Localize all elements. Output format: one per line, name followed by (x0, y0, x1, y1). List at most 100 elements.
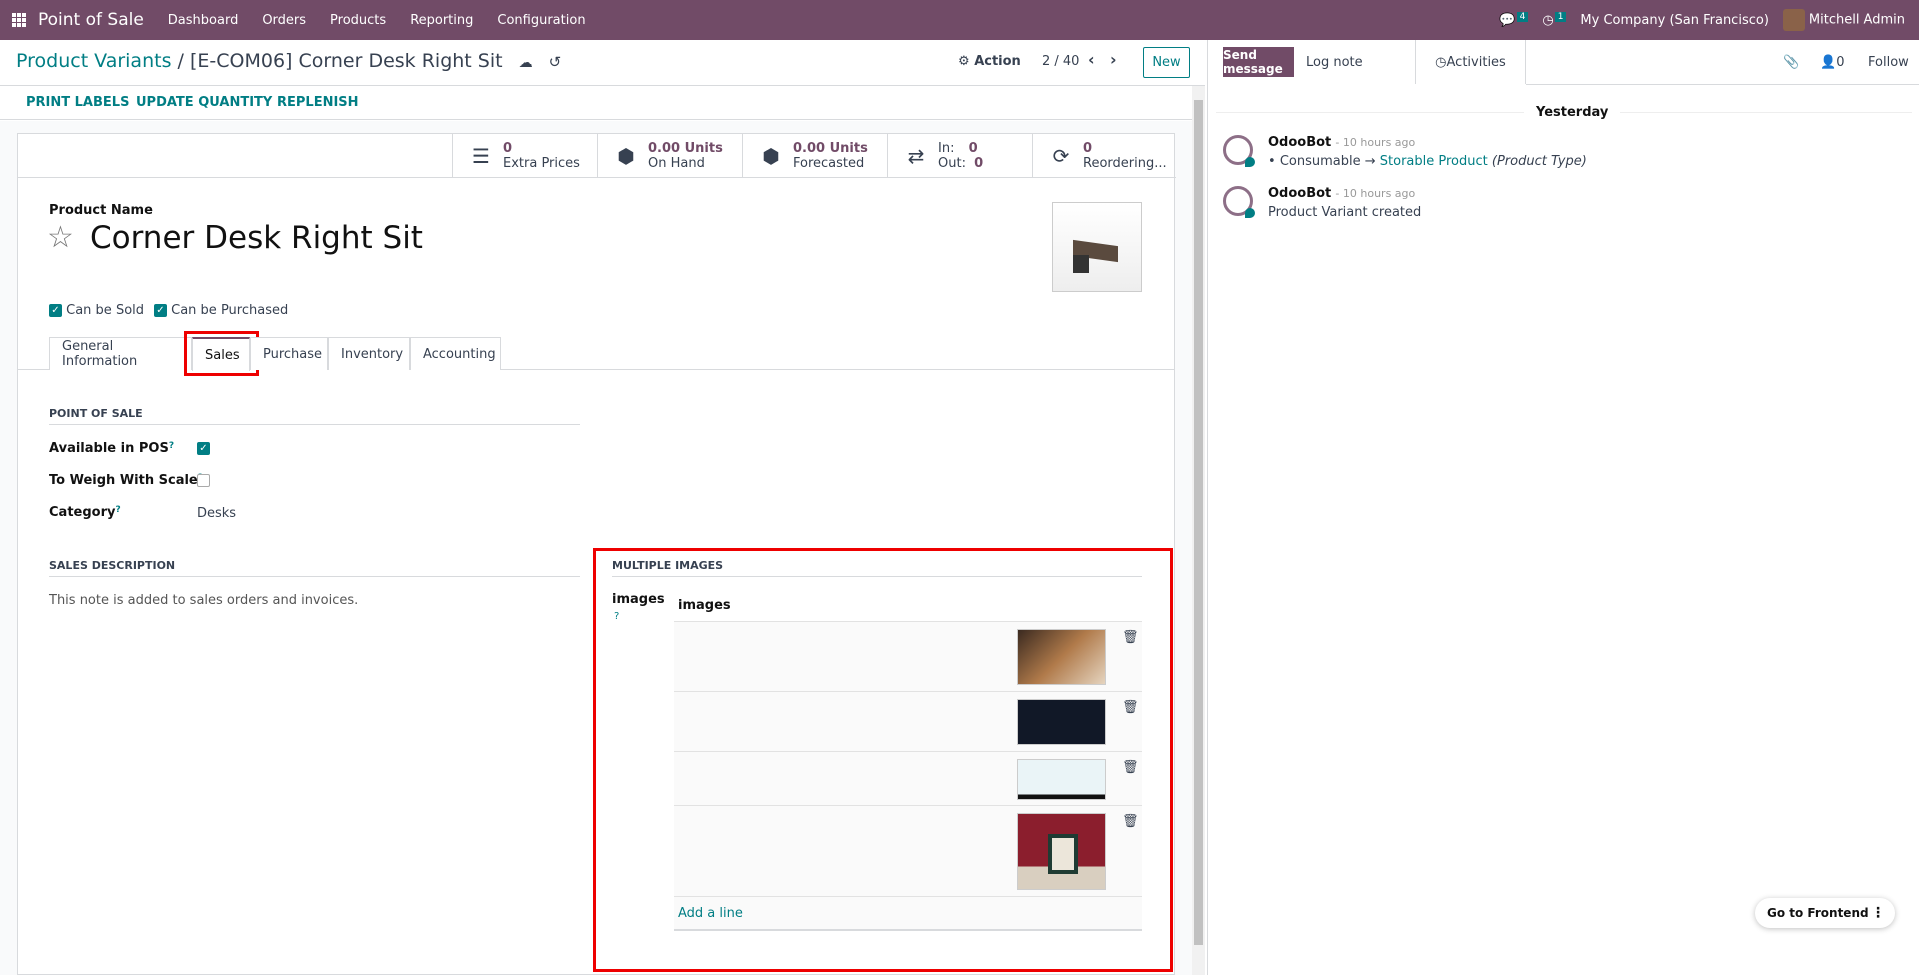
image-row[interactable]: 🗑 (674, 692, 1142, 752)
sales-description-field[interactable]: This note is added to sales orders and i… (49, 593, 358, 608)
help-icon[interactable]: ? (169, 441, 174, 451)
stat-value: 0.00 Units (648, 141, 723, 156)
trash-icon[interactable]: 🗑 (1122, 760, 1139, 775)
highlight-box (184, 331, 259, 376)
image-thumbnail[interactable] (1017, 699, 1106, 745)
activities-badge: 1 (1554, 11, 1567, 22)
log-note-button[interactable]: Log note (1306, 47, 1363, 77)
go-to-frontend-button[interactable]: Go to Frontend ⋮ (1755, 898, 1895, 928)
record-title: [E-COM06] Corner Desk Right Sit (189, 50, 503, 72)
more-options-icon[interactable]: ⋮ (1871, 905, 1885, 921)
message-author[interactable]: OdooBot (1268, 135, 1331, 150)
avatar (1782, 9, 1805, 31)
images-column-header[interactable]: images (674, 588, 1142, 622)
breadcrumb-parent[interactable]: Product Variants (16, 50, 171, 72)
user-name: Mitchell Admin (1808, 12, 1905, 28)
menu-products[interactable]: Products (330, 13, 386, 28)
pager-value[interactable]: 2 / 40 (1042, 54, 1079, 69)
pos-section-title: POINT OF SALE (49, 407, 580, 425)
discard-icon[interactable]: ↺ (549, 53, 562, 71)
available-in-pos-checkbox[interactable]: ✓ (197, 441, 210, 456)
follow-button[interactable]: Follow (1868, 47, 1909, 77)
activities-label: Activities (1446, 54, 1506, 70)
cubes-icon: ⬢ (762, 143, 780, 168)
paperclip-icon[interactable]: 📎 (1783, 47, 1799, 77)
can-be-sold-checkbox[interactable]: ✓ Can be Sold (49, 303, 144, 318)
extra-prices-button[interactable]: ☰ 0 Extra Prices (452, 134, 597, 178)
trash-icon[interactable]: 🗑 (1122, 630, 1139, 645)
image-thumbnail[interactable] (1017, 813, 1106, 890)
top-navbar: Point of Sale Dashboard Orders Products … (0, 0, 1919, 40)
checkbox-checked[interactable]: ✓ (154, 304, 167, 317)
action-menu[interactable]: ⚙ Action (958, 54, 1021, 69)
date-separator: Yesterday (1524, 105, 1621, 120)
help-icon[interactable]: ? (115, 505, 120, 515)
can-be-purchased-checkbox[interactable]: ✓ Can be Purchased (154, 303, 288, 318)
trash-icon[interactable]: 🗑 (1122, 700, 1139, 715)
checkbox-label: Can be Sold (66, 303, 145, 318)
messages-button[interactable]: 💬 4 (1499, 11, 1529, 28)
label-text: Category (49, 505, 116, 520)
message: OdooBot - 10 hours ago • Consumable → St… (1223, 135, 1903, 185)
update-quantity-button[interactable]: UPDATE QUANTITY (136, 95, 272, 110)
label-text: To Weigh With Scale (49, 473, 198, 488)
message-author[interactable]: OdooBot (1268, 186, 1331, 201)
add-a-line-button[interactable]: Add a line (674, 897, 1142, 931)
image-thumbnail[interactable] (1017, 629, 1106, 685)
new-value: Storable Product (1379, 154, 1488, 169)
sales-description-title: SALES DESCRIPTION (49, 559, 580, 577)
activities-button[interactable]: ◷ 1 (1542, 11, 1567, 28)
print-labels-button[interactable]: PRINT LABELS (26, 95, 129, 110)
menu-dashboard[interactable]: Dashboard (168, 13, 239, 28)
image-row[interactable]: 🗑 (674, 752, 1142, 806)
clock-icon: ◷ (1542, 12, 1554, 28)
image-thumbnail[interactable] (1017, 759, 1106, 800)
favorite-star-icon[interactable]: ☆ (47, 220, 74, 255)
reordering-button[interactable]: ⟳ 0 Reordering... (1032, 134, 1176, 178)
stat-label: On Hand (648, 156, 705, 171)
on-hand-button[interactable]: ⬢ 0.00 Units On Hand (597, 134, 742, 178)
app-name[interactable]: Point of Sale (38, 10, 144, 30)
scrollbar[interactable] (1192, 86, 1205, 975)
checkbox-checked[interactable]: ✓ (49, 304, 62, 317)
out-value: 0 (974, 156, 984, 171)
followers-button[interactable]: 👤 0 (1820, 47, 1844, 77)
out-label: Out: (938, 156, 966, 171)
tab-accounting[interactable]: Accounting (410, 337, 501, 370)
refresh-icon: ⟳ (1052, 143, 1070, 168)
message-body: Product Variant created (1268, 205, 1422, 220)
breadcrumb-separator: / (177, 50, 184, 72)
trash-icon[interactable]: 🗑 (1122, 814, 1139, 829)
activities-button[interactable]: ◷ Activities (1415, 40, 1526, 84)
product-image[interactable] (1052, 202, 1142, 292)
to-weigh-checkbox[interactable] (197, 473, 210, 488)
stat-value: 0.00 Units (793, 141, 868, 156)
replenish-button[interactable]: REPLENISH (277, 95, 359, 110)
tab-purchase[interactable]: Purchase (250, 337, 328, 370)
save-cloud-icon[interactable]: ☁ (519, 55, 533, 71)
menu-reporting[interactable]: Reporting (410, 13, 473, 28)
messages-badge: 4 (1516, 11, 1529, 22)
checkbox-checked[interactable]: ✓ (197, 442, 210, 455)
send-message-button[interactable]: Send message (1223, 47, 1294, 77)
apps-menu-icon[interactable] (12, 13, 26, 27)
new-button[interactable]: New (1143, 47, 1190, 78)
product-name-field[interactable]: Corner Desk Right Sit (90, 220, 423, 256)
menu-orders[interactable]: Orders (262, 13, 306, 28)
company-switcher[interactable]: My Company (San Francisco) (1580, 13, 1768, 28)
list-icon: ☰ (472, 143, 490, 168)
category-field[interactable]: Desks (197, 506, 236, 521)
pager-prev-icon[interactable]: ‹ (1088, 50, 1095, 69)
pager-next-icon[interactable]: › (1110, 50, 1117, 69)
user-menu[interactable]: Mitchell Admin (1782, 9, 1905, 31)
forecasted-button[interactable]: ⬢ 0.00 Units Forecasted (742, 134, 887, 178)
image-row[interactable]: 🗑 (674, 622, 1142, 692)
scrollbar-thumb[interactable] (1194, 100, 1203, 945)
tab-general-information[interactable]: General Information (49, 337, 192, 370)
in-out-button[interactable]: ⇄ In: 0 Out: 0 (887, 134, 1032, 178)
tab-inventory[interactable]: Inventory (328, 337, 410, 370)
help-icon[interactable]: ? (614, 611, 619, 622)
menu-configuration[interactable]: Configuration (497, 13, 585, 28)
image-row[interactable]: 🗑 (674, 806, 1142, 897)
checkbox-unchecked[interactable] (197, 474, 210, 487)
